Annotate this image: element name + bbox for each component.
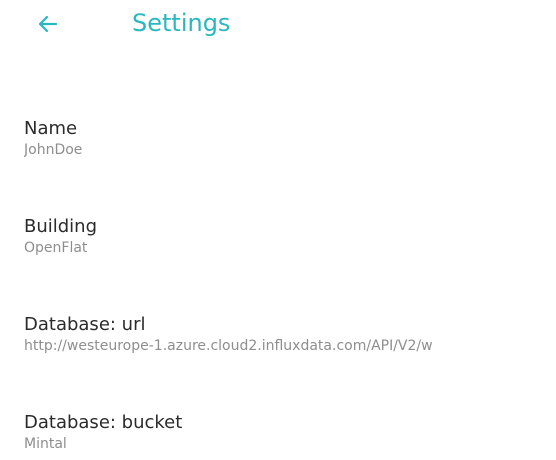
setting-item-database-bucket[interactable]: Database: bucket Mintal: [24, 412, 556, 458]
setting-value: Mintal: [24, 436, 67, 452]
setting-title: Database: bucket: [24, 412, 183, 433]
arrow-left-icon: [38, 15, 58, 33]
back-button[interactable]: [30, 6, 66, 42]
setting-value: JohnDoe: [24, 142, 83, 158]
page-title: Settings: [132, 9, 231, 37]
setting-item-database-url[interactable]: Database: url http://westeurope-1.azure.…: [24, 314, 556, 360]
app-bar: Settings: [0, 0, 556, 48]
setting-value: OpenFlat: [24, 240, 88, 256]
setting-title: Building: [24, 216, 98, 237]
setting-title: Database: url: [24, 314, 146, 335]
setting-item-building[interactable]: Building OpenFlat: [24, 216, 556, 262]
setting-value: http://westeurope-1.azure.cloud2.influxd…: [24, 338, 433, 354]
setting-item-name[interactable]: Name JohnDoe: [24, 118, 556, 164]
setting-title: Name: [24, 118, 78, 139]
